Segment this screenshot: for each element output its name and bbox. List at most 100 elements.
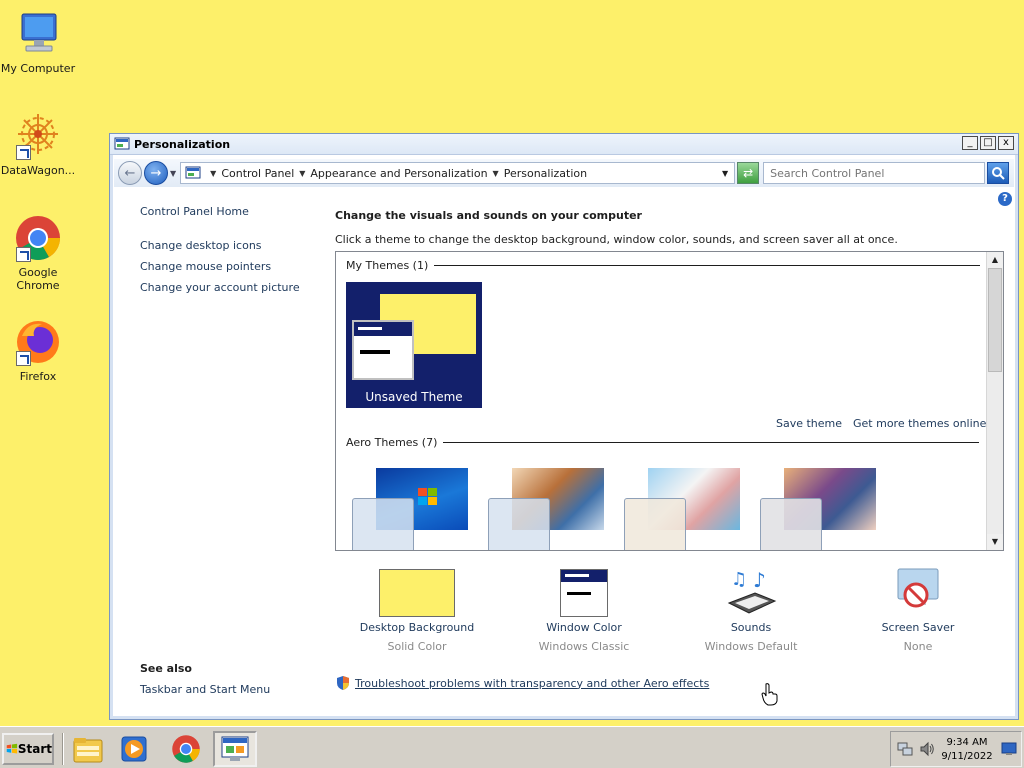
sounds-icon: ♫ ♪	[725, 565, 777, 617]
theme-preview-window	[352, 320, 414, 380]
chevron-down-icon[interactable]: ▼	[299, 169, 305, 178]
network-icon[interactable]	[897, 741, 913, 757]
taskbar-start-menu-link[interactable]: Taskbar and Start Menu	[140, 683, 270, 696]
taskbar-file-explorer[interactable]	[66, 731, 110, 767]
chevron-down-icon[interactable]: ▼	[493, 169, 499, 178]
taskbar-chrome[interactable]	[164, 731, 208, 767]
svg-text:♪: ♪	[753, 568, 766, 592]
change-account-picture-link[interactable]: Change your account picture	[140, 281, 320, 294]
windows-7-theme[interactable]	[348, 468, 474, 550]
taskbar-control-panel[interactable]	[213, 731, 257, 767]
architecture-theme[interactable]	[484, 468, 610, 550]
maximize-button[interactable]: □	[980, 136, 996, 150]
glass-window-preview	[624, 498, 686, 550]
shortcut-arrow-icon	[16, 247, 31, 262]
scroll-down-icon[interactable]: ▼	[987, 534, 1003, 550]
control-panel-home-link[interactable]: Control Panel Home	[140, 205, 320, 218]
theme-settings-bar: Desktop Background Solid Color Window Co…	[335, 565, 1004, 655]
desktop-icon-label: Google Chrome	[16, 266, 60, 292]
my-themes-label: My Themes (1)	[346, 259, 429, 272]
task-pane: Control Panel Home Change desktop icons …	[140, 205, 320, 302]
window-title: Personalization	[134, 137, 231, 151]
refresh-icon: ⇄	[743, 166, 754, 180]
desktop-icon-datawagon[interactable]: DataWagon...	[0, 112, 76, 177]
glass-window-preview	[760, 498, 822, 550]
sounds-setting[interactable]: ♫ ♪ Sounds Windows Default	[669, 565, 833, 653]
sounds-label: Sounds	[730, 621, 772, 634]
arrow-right-icon: →	[150, 165, 162, 181]
windows-logo-icon	[6, 743, 18, 754]
taskbar-media-player[interactable]	[112, 731, 156, 767]
help-icon[interactable]: ?	[998, 192, 1012, 206]
themes-list: My Themes (1) Unsaved Theme Save theme G…	[335, 251, 1004, 551]
personalization-app-icon	[114, 137, 130, 150]
hand-cursor-icon	[761, 683, 778, 706]
glass-window-preview	[488, 498, 550, 550]
sounds-value: Windows Default	[704, 640, 798, 653]
start-button[interactable]: Start	[2, 733, 54, 765]
personalization-window: Personalization _ □ x ← → ▼ ▼ Control Pa…	[109, 133, 1019, 720]
clock[interactable]: 9:34 AM 9/11/2022	[941, 736, 993, 764]
desktop-background-setting[interactable]: Desktop Background Solid Color	[335, 565, 499, 653]
screen-saver-value: None	[903, 640, 933, 653]
close-button[interactable]: x	[998, 136, 1014, 150]
desktop-icon-label: My Computer	[0, 62, 76, 75]
forward-button[interactable]: →	[144, 161, 168, 185]
show-desktop-icon[interactable]	[1001, 742, 1017, 756]
datawagon-icon	[14, 112, 62, 160]
window-color-icon	[560, 565, 608, 617]
address-dropdown-icon[interactable]: ▼	[722, 169, 728, 178]
content-area: ? Control Panel Home Change desktop icon…	[114, 189, 1014, 715]
change-mouse-pointers-link[interactable]: Change mouse pointers	[140, 260, 320, 273]
change-desktop-icons-link[interactable]: Change desktop icons	[140, 239, 320, 252]
taskbar: Start 9:34 AM 9/11/2022	[0, 726, 1024, 768]
save-theme-link[interactable]: Save theme	[776, 417, 842, 430]
desktop-icon-my-computer[interactable]: My Computer	[0, 10, 76, 75]
page-title: Change the visuals and sounds on your co…	[335, 209, 642, 222]
scroll-up-icon[interactable]: ▲	[987, 252, 1003, 268]
back-button[interactable]: ←	[118, 161, 142, 185]
desktop-icon-google-chrome[interactable]: Google Chrome	[0, 214, 76, 292]
troubleshoot-aero-link[interactable]: Troubleshoot problems with transparency …	[355, 677, 709, 690]
media-player-icon	[121, 736, 147, 762]
recent-pages-dropdown[interactable]: ▼	[170, 169, 176, 178]
unsaved-theme-tile[interactable]: Unsaved Theme	[346, 282, 482, 408]
desktop-icon-firefox[interactable]: Firefox	[0, 318, 76, 383]
themes-scrollbar[interactable]: ▲ ▼	[986, 252, 1003, 550]
taskbar-divider	[62, 733, 64, 765]
refresh-button[interactable]: ⇄	[737, 162, 760, 184]
desktop-background-value: Solid Color	[387, 640, 447, 653]
address-bar[interactable]: ▼ Control Panel ▼ Appearance and Persona…	[180, 162, 736, 184]
system-tray: 9:34 AM 9/11/2022	[890, 731, 1022, 767]
arrow-left-icon: ←	[124, 165, 136, 181]
shortcut-arrow-icon	[16, 351, 31, 366]
landscapes-theme[interactable]	[756, 468, 882, 550]
desktop-icon-label: Firefox	[19, 370, 57, 383]
breadcrumb-appearance[interactable]: Appearance and Personalization	[310, 167, 487, 180]
page-description: Click a theme to change the desktop back…	[335, 233, 898, 246]
screen-saver-label: Screen Saver	[881, 621, 955, 634]
breadcrumb-personalization[interactable]: Personalization	[504, 167, 587, 180]
shortcut-arrow-icon	[16, 145, 31, 160]
unsaved-theme-label: Unsaved Theme	[365, 390, 463, 404]
desktop-icon-label: DataWagon...	[0, 164, 76, 177]
screen-saver-setting[interactable]: Screen Saver None	[836, 565, 1000, 653]
aero-themes-header: Aero Themes (7)	[346, 436, 980, 449]
control-panel-icon	[221, 736, 249, 761]
search-input[interactable]	[770, 166, 951, 180]
window-color-setting[interactable]: Window Color Windows Classic	[502, 565, 666, 653]
breadcrumb-control-panel[interactable]: Control Panel	[221, 167, 294, 180]
volume-icon[interactable]	[919, 741, 935, 757]
desktop-background-label: Desktop Background	[359, 621, 475, 634]
minimize-button[interactable]: _	[962, 136, 978, 150]
search-button[interactable]	[987, 162, 1010, 184]
title-bar[interactable]: Personalization _ □ x	[110, 134, 1018, 155]
see-also-heading: See also	[140, 662, 192, 675]
chevron-right-icon[interactable]: ▼	[210, 169, 216, 178]
shield-icon	[337, 676, 349, 690]
control-panel-icon	[185, 166, 201, 179]
scroll-thumb[interactable]	[988, 268, 1002, 372]
screen-saver-icon	[892, 565, 944, 617]
get-more-themes-link[interactable]: Get more themes online	[853, 417, 986, 430]
characters-theme[interactable]	[620, 468, 746, 550]
